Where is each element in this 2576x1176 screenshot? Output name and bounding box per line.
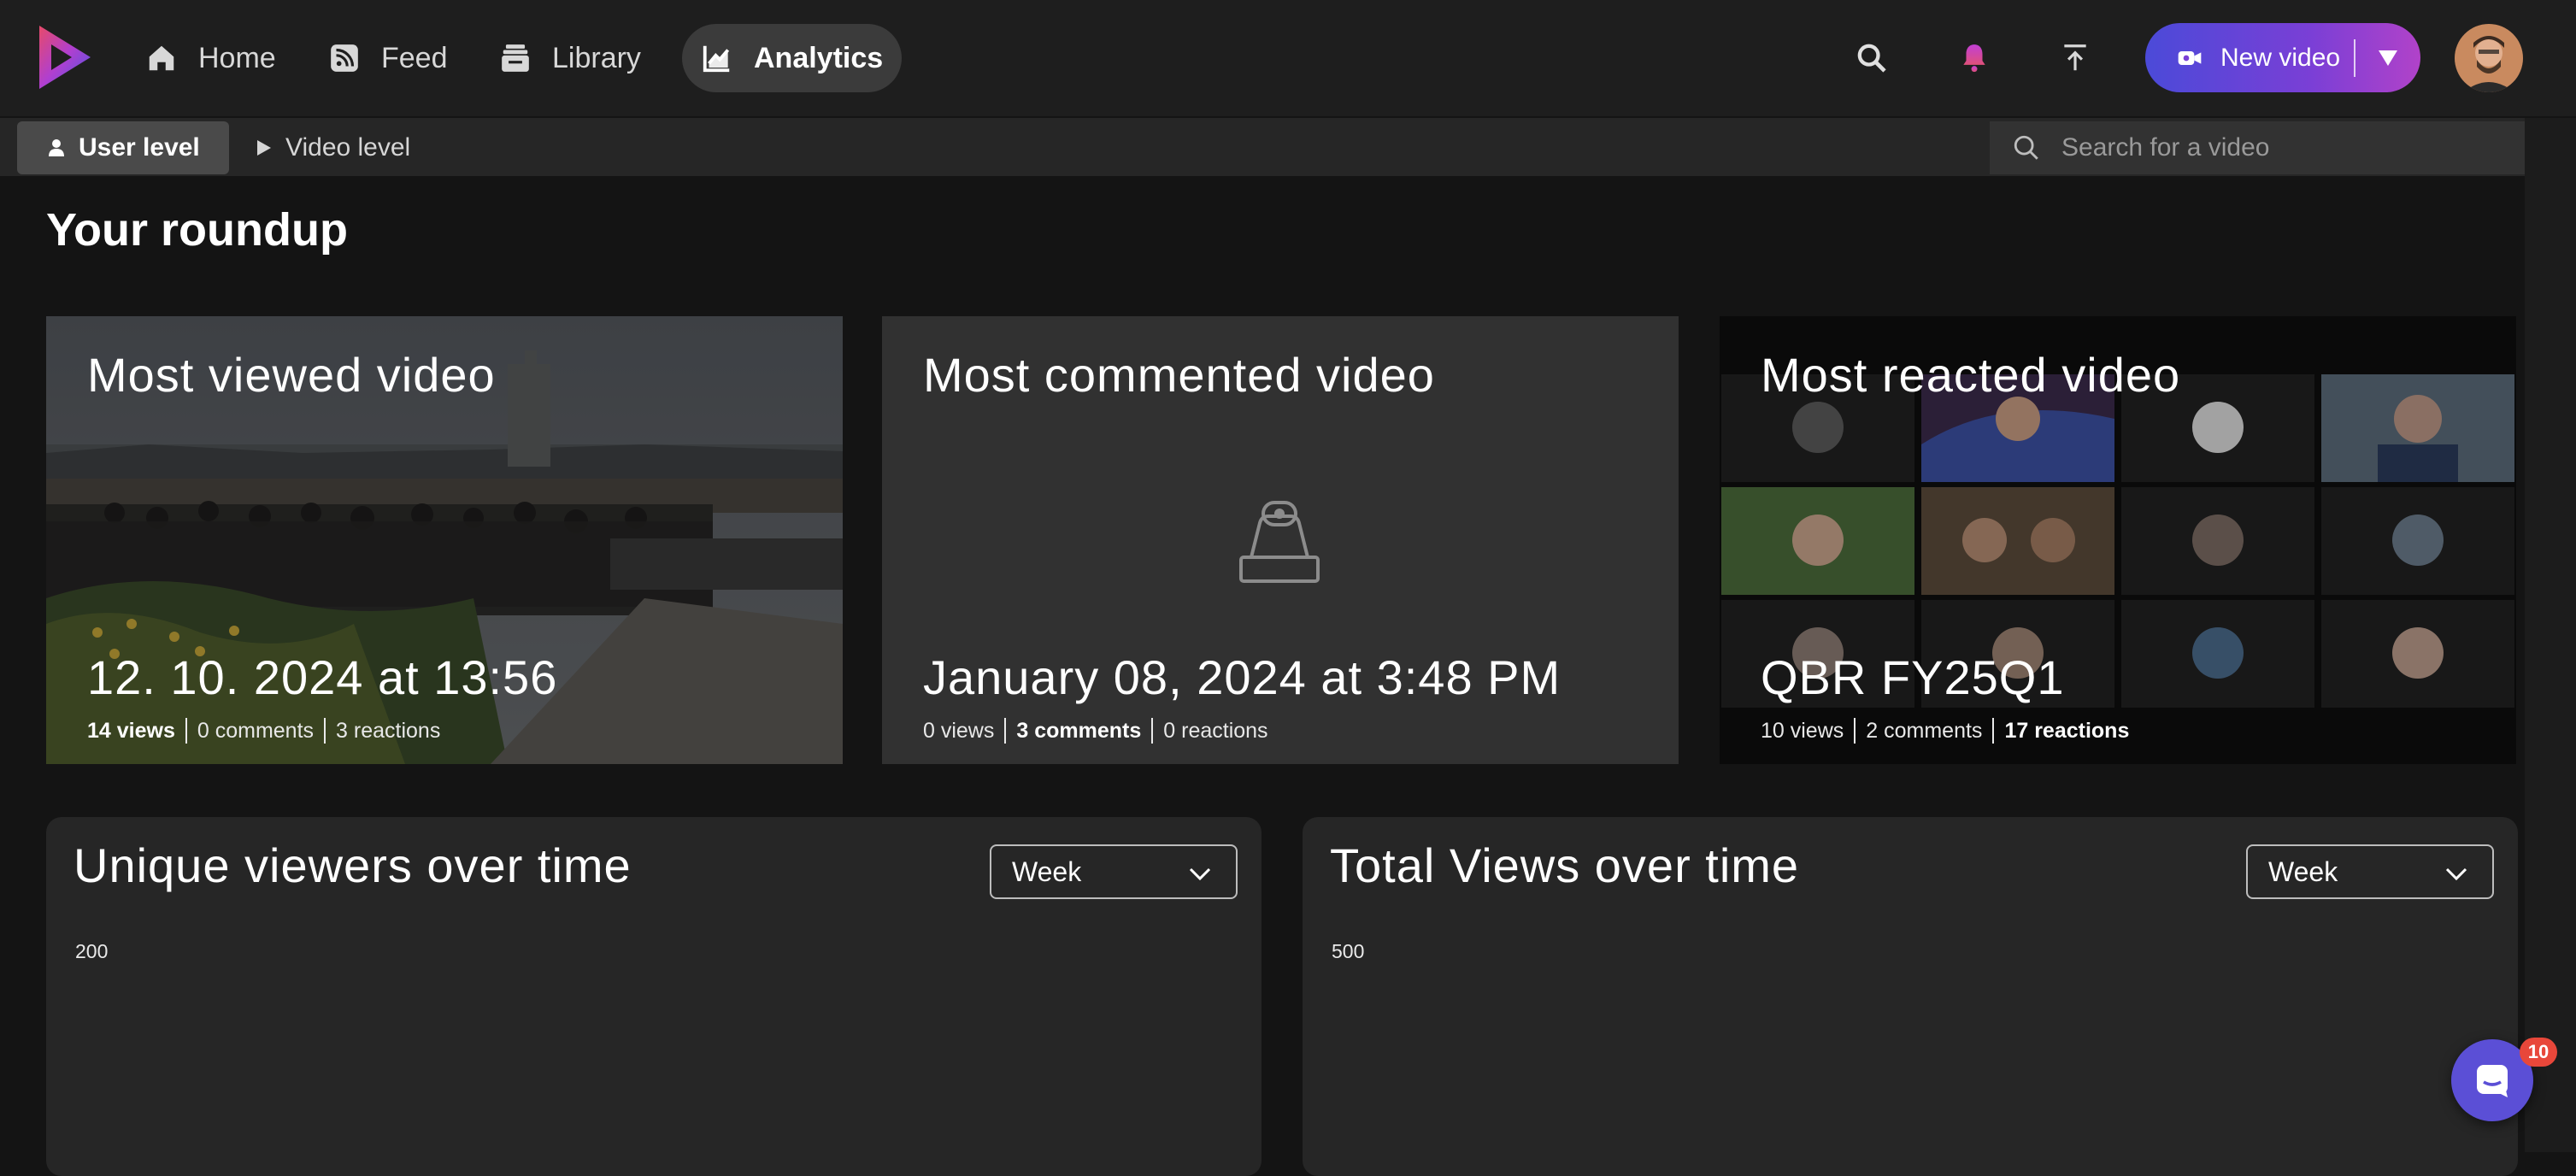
nav-analytics-label: Analytics — [754, 41, 884, 74]
notifications-button[interactable] — [1954, 38, 1995, 79]
play-icon — [257, 140, 271, 156]
tab-video-level-label: Video level — [285, 133, 411, 162]
nav-library[interactable]: Library — [480, 24, 660, 92]
most-viewed-card[interactable]: Most viewed video 12. 10. 2024 at 13:56 … — [46, 316, 843, 764]
scrollbar-track[interactable] — [2525, 118, 2576, 1152]
card-stats: 0 views 3 comments 0 reactions — [923, 718, 1268, 744]
unread-badge: 10 — [2520, 1038, 2557, 1067]
line-chart — [1303, 817, 2518, 1152]
views-count: 14 views — [87, 718, 175, 743]
new-video-dropdown[interactable] — [2355, 23, 2420, 92]
divider — [1151, 718, 1154, 744]
tab-video-level[interactable]: Video level — [224, 121, 439, 174]
unique-viewers-panel: Unique viewers over time Week 200 — [46, 817, 1262, 1176]
card-title: Most reacted video — [1761, 348, 2181, 402]
caret-down-icon — [2379, 50, 2397, 66]
user-icon — [49, 139, 64, 156]
tab-user-level[interactable]: User level — [17, 121, 229, 174]
total-views-panel: Total Views over time Week 500 — [1303, 817, 2518, 1176]
views-count: 10 views — [1761, 718, 1844, 743]
reactions-count: 0 reactions — [1163, 718, 1268, 743]
card-stats: 10 views 2 comments 17 reactions — [1761, 718, 2129, 744]
home-icon — [149, 45, 174, 71]
avatar-image — [2455, 24, 2523, 92]
nav-library-label: Library — [552, 41, 641, 74]
rss-icon — [331, 44, 358, 72]
card-title: Most commented video — [923, 348, 1435, 402]
bell-icon — [1963, 44, 1985, 73]
card-stats: 14 views 0 comments 3 reactions — [87, 718, 440, 744]
comments-count: 0 comments — [197, 718, 315, 743]
nav-home-label: Home — [198, 41, 276, 74]
divider — [1854, 718, 1856, 744]
app-logo-icon[interactable] — [34, 22, 96, 92]
card-date: 12. 10. 2024 at 13:56 — [87, 650, 558, 704]
card-title: Most viewed video — [87, 348, 496, 402]
tab-user-level-label: User level — [79, 133, 200, 162]
divider — [1992, 718, 1995, 744]
new-video-split-button: New video — [2145, 23, 2420, 92]
card-date: January 08, 2024 at 3:48 PM — [923, 650, 1561, 704]
search-input[interactable] — [2061, 133, 2506, 162]
card-video-title: QBR FY25Q1 — [1761, 650, 2065, 704]
nav-feed[interactable]: Feed — [309, 24, 467, 92]
chat-icon — [2477, 1065, 2508, 1097]
search-icon — [1857, 44, 1886, 73]
search-icon — [2014, 135, 2038, 160]
comments-count: 3 comments — [1016, 718, 1142, 743]
upload-button[interactable] — [2055, 38, 2096, 79]
most-commented-card[interactable]: Most commented video January 08, 2024 at… — [882, 316, 1679, 764]
reactions-count: 17 reactions — [2004, 718, 2130, 743]
line-chart — [46, 817, 1262, 1152]
nav-home[interactable]: Home — [126, 24, 295, 92]
top-navbar: Home Feed Library Analytics New video — [0, 0, 2576, 116]
page-title: Your roundup — [46, 204, 348, 256]
video-placeholder-icon — [1239, 501, 1320, 583]
upload-icon — [2064, 44, 2086, 71]
divider — [185, 718, 187, 744]
nav-feed-label: Feed — [381, 41, 448, 74]
search-button[interactable] — [1851, 38, 1892, 79]
divider — [1004, 718, 1007, 744]
views-count: 0 views — [923, 718, 995, 743]
reactions-count: 3 reactions — [336, 718, 441, 743]
video-search-box — [1990, 121, 2525, 174]
most-reacted-card[interactable]: Most reacted video QBR FY25Q1 10 views 2… — [1720, 316, 2516, 764]
divider — [324, 718, 326, 744]
new-video-button[interactable]: New video — [2145, 23, 2354, 92]
library-icon — [502, 44, 529, 72]
new-video-label: New video — [2220, 43, 2341, 72]
comments-count: 2 comments — [1866, 718, 1983, 743]
user-avatar[interactable] — [2455, 24, 2523, 92]
nav-analytics[interactable]: Analytics — [682, 24, 903, 92]
video-camera-icon — [2178, 50, 2202, 65]
chart-icon — [703, 45, 730, 73]
